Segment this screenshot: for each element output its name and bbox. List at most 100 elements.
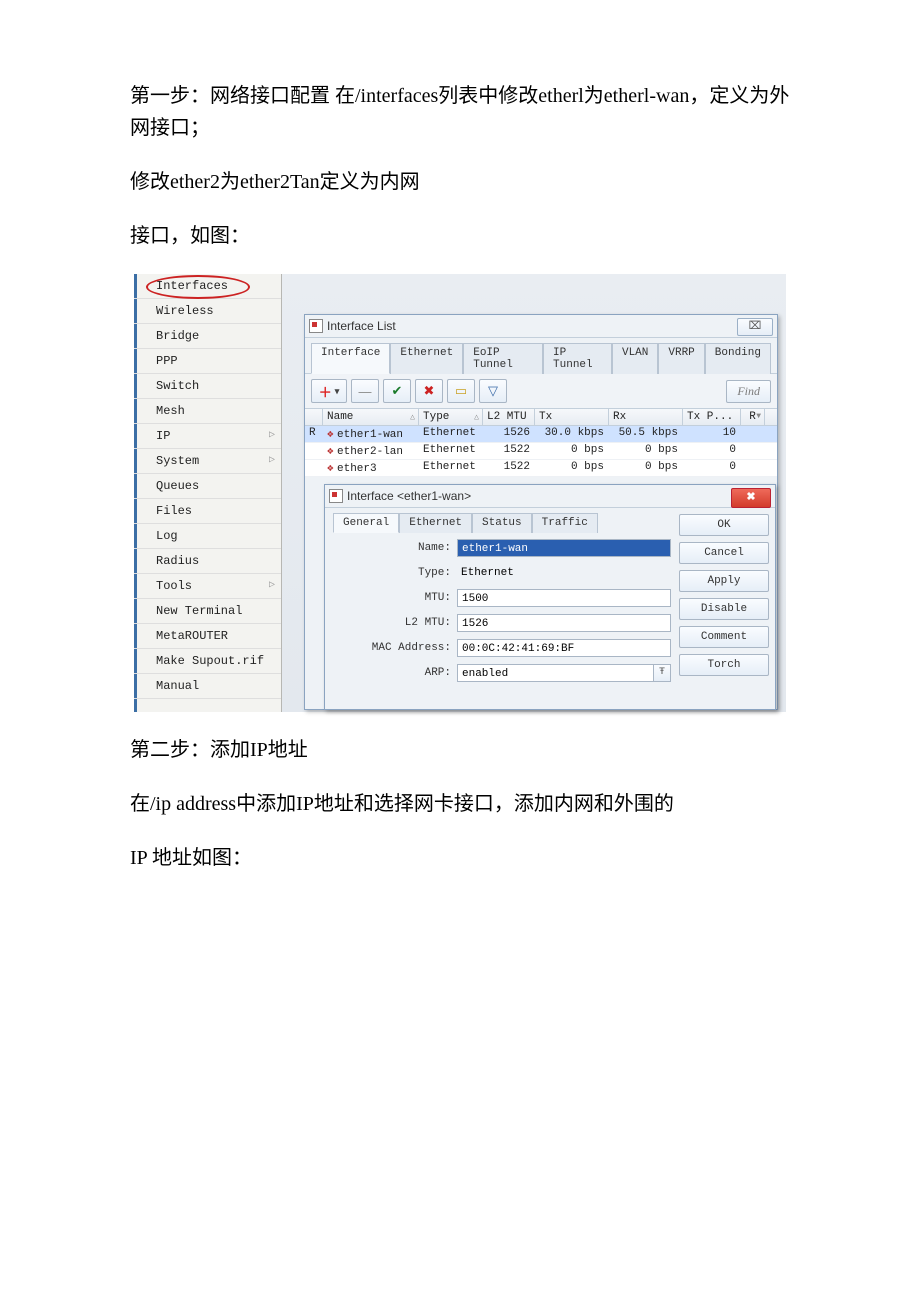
mac-input[interactable]: 00:0C:42:41:69:BF [457, 639, 671, 657]
column-header[interactable]: Rx [609, 409, 683, 425]
table-row[interactable]: R❖ether1-wanEthernet152630.0 kbps50.5 kb… [305, 426, 777, 443]
sidebar-item-mesh[interactable]: Mesh [134, 399, 281, 424]
paragraph-2: 修改ether2为ether2Tan定义为内网 [130, 166, 790, 198]
sidebar-item-ppp[interactable]: PPP [134, 349, 281, 374]
sidebar: InterfacesWirelessBridgePPPSwitchMeshIP▷… [134, 274, 282, 712]
field-label: L2 MTU: [333, 617, 457, 629]
table-cell [305, 460, 323, 476]
field-label: Type: [333, 567, 457, 579]
tab-ip-tunnel[interactable]: IP Tunnel [543, 343, 612, 374]
enable-button[interactable]: ✔ [383, 379, 411, 403]
table-cell [741, 460, 765, 476]
cancel-button[interactable]: Cancel [679, 542, 769, 564]
tab-vlan[interactable]: VLAN [612, 343, 658, 374]
add-button[interactable]: ＋ [311, 379, 347, 403]
tab-eoip-tunnel[interactable]: EoIP Tunnel [463, 343, 543, 374]
sidebar-item-make-supout-rif[interactable]: Make Supout.rif [134, 649, 281, 674]
window-title-text: Interface List [327, 319, 396, 333]
sidebar-item-queues[interactable]: Queues [134, 474, 281, 499]
table-row[interactable]: ❖ether2-lanEthernet15220 bps0 bps0 [305, 443, 777, 460]
field-label: MAC Address: [333, 642, 457, 654]
table-cell: 0 [683, 460, 741, 476]
chevron-right-icon: ▷ [269, 449, 275, 473]
sidebar-item-radius[interactable]: Radius [134, 549, 281, 574]
name-input[interactable]: ether1-wan [457, 539, 671, 557]
column-header[interactable]: L2 MTU [483, 409, 535, 425]
column-header[interactable]: Name△ [323, 409, 419, 425]
disable-button[interactable]: ✖ [415, 379, 443, 403]
l2mtu-input[interactable]: 1526 [457, 614, 671, 632]
tab-status[interactable]: Status [472, 513, 532, 533]
sidebar-item-system[interactable]: System▷ [134, 449, 281, 474]
comment-button[interactable]: Comment [679, 626, 769, 648]
apply-button[interactable]: Apply [679, 570, 769, 592]
sidebar-item-metarouter[interactable]: MetaROUTER [134, 624, 281, 649]
table-cell: 1522 [483, 460, 535, 476]
table-cell: 0 bps [609, 460, 683, 476]
table-cell: Ethernet [419, 443, 483, 459]
table-cell: 0 bps [535, 443, 609, 459]
ok-button[interactable]: OK [679, 514, 769, 536]
sidebar-item-interfaces[interactable]: Interfaces [134, 274, 281, 299]
sidebar-item-files[interactable]: Files [134, 499, 281, 524]
column-header[interactable]: Type△ [419, 409, 483, 425]
sidebar-item-bridge[interactable]: Bridge [134, 324, 281, 349]
remove-button[interactable]: — [351, 379, 379, 403]
torch-button[interactable]: Torch [679, 654, 769, 676]
sidebar-item-tools[interactable]: Tools▷ [134, 574, 281, 599]
comment-button[interactable]: ▭ [447, 379, 475, 403]
table-cell: ❖ether3 [323, 460, 419, 476]
filter-button[interactable]: ▽ [479, 379, 507, 403]
paragraph-4: 第二步：添加IP地址 [130, 734, 790, 766]
table-cell [305, 443, 323, 459]
window-icon [309, 319, 323, 333]
paragraph-1: 第一步：网络接口配置 在/interfaces列表中修改etherl为ether… [130, 80, 790, 144]
sidebar-item-manual[interactable]: Manual [134, 674, 281, 699]
tab-general[interactable]: General [333, 513, 399, 533]
sidebar-item-new-terminal[interactable]: New Terminal [134, 599, 281, 624]
table-row[interactable]: ❖ether3Ethernet15220 bps0 bps0 [305, 460, 777, 477]
table-cell: 50.5 kbps [609, 426, 683, 442]
sidebar-item-switch[interactable]: Switch [134, 374, 281, 399]
tab-interface[interactable]: Interface [311, 343, 390, 374]
table-cell: 10 [683, 426, 741, 442]
disable-button[interactable]: Disable [679, 598, 769, 620]
tabs: GeneralEthernetStatusTraffic [333, 512, 671, 532]
window-title: Interface <ether1-wan> ✖ [325, 485, 775, 508]
table-cell: 1522 [483, 443, 535, 459]
window-icon [329, 489, 343, 503]
tab-bonding[interactable]: Bonding [705, 343, 771, 374]
table-cell [741, 443, 765, 459]
tab-vrrp[interactable]: VRRP [658, 343, 704, 374]
mtu-input[interactable]: 1500 [457, 589, 671, 607]
tab-ethernet[interactable]: Ethernet [399, 513, 472, 533]
column-header[interactable]: R▼ [741, 409, 765, 425]
column-header[interactable]: Tx P... [683, 409, 741, 425]
sidebar-item-ip[interactable]: IP▷ [134, 424, 281, 449]
type-value: Ethernet [457, 564, 671, 582]
find-button[interactable]: Find [726, 380, 771, 403]
table-cell: ❖ether1-wan [323, 426, 419, 442]
interface-detail-window: Interface <ether1-wan> ✖ GeneralEthernet… [324, 484, 776, 710]
column-header[interactable] [305, 409, 323, 425]
table-cell: 30.0 kbps [535, 426, 609, 442]
arp-select[interactable]: enabled Ŧ [457, 664, 671, 682]
sidebar-item-wireless[interactable]: Wireless [134, 299, 281, 324]
paragraph-3: 接口，如图： [130, 220, 790, 252]
field-label: ARP: [333, 667, 457, 679]
close-button[interactable]: ✖ [731, 488, 771, 508]
table-cell [741, 426, 765, 442]
sidebar-item-log[interactable]: Log [134, 524, 281, 549]
dropdown-icon[interactable]: Ŧ [653, 665, 670, 681]
table-cell: 0 [683, 443, 741, 459]
tab-ethernet[interactable]: Ethernet [390, 343, 463, 374]
column-header[interactable]: Tx [535, 409, 609, 425]
table-cell: Ethernet [419, 426, 483, 442]
tab-traffic[interactable]: Traffic [532, 513, 598, 533]
tabs: InterfaceEthernetEoIP TunnelIP TunnelVLA… [305, 338, 777, 374]
field-label: MTU: [333, 592, 457, 604]
chevron-right-icon: ▷ [269, 574, 275, 598]
window-title: Interface List ⌧ [305, 315, 777, 338]
window-title-text: Interface <ether1-wan> [347, 489, 471, 503]
close-button[interactable]: ⌧ [737, 318, 773, 336]
